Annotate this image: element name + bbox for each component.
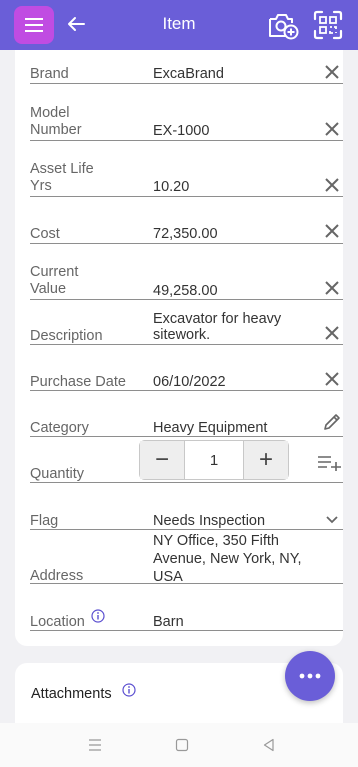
cost-value[interactable]: 72,350.00 [153, 226, 218, 242]
more-actions-fab[interactable] [285, 651, 335, 701]
location-label: Location [30, 614, 85, 630]
address-value-line2: Avenue, New York, NY, [153, 551, 302, 567]
quantity-list-button[interactable] [315, 452, 343, 474]
cost-label: Cost [30, 226, 60, 242]
close-icon [325, 224, 339, 238]
clear-brand-button[interactable] [321, 61, 343, 83]
model-number-label-line1: Model [30, 105, 70, 121]
model-number-value[interactable]: EX-1000 [153, 123, 209, 139]
attachments-label: Attachments [31, 686, 112, 702]
address-value[interactable]: NY Office, 350 Fifth Avenue, New York, N… [153, 532, 302, 586]
item-details-card: Brand ExcaBrand Model Number EX-1000 Ass… [15, 50, 343, 646]
address-underline [30, 583, 343, 584]
qr-scan-icon [313, 10, 343, 40]
address-value-line1: NY Office, 350 Fifth [153, 533, 279, 549]
scan-button[interactable] [311, 8, 345, 42]
system-back-button[interactable] [259, 735, 279, 755]
description-value-line1: Excavator for heavy [153, 311, 282, 327]
close-icon [325, 281, 339, 295]
model-number-label: Model Number [30, 105, 82, 139]
close-icon [325, 372, 339, 386]
back-triangle-icon [263, 738, 274, 752]
current-value-label-line2: Value [30, 281, 67, 297]
flag-value[interactable]: Needs Inspection [153, 513, 265, 529]
clear-asset-life-button[interactable] [321, 174, 343, 196]
purchase-date-label: Purchase Date [30, 374, 126, 390]
pencil-icon [324, 414, 340, 430]
clear-description-button[interactable] [321, 322, 343, 344]
brand-value[interactable]: ExcaBrand [153, 66, 224, 82]
category-label: Category [30, 420, 89, 436]
location-value[interactable]: Barn [153, 614, 184, 630]
recents-button[interactable] [85, 735, 105, 755]
location-info-button[interactable] [91, 609, 105, 623]
current-value-underline [30, 299, 343, 300]
quantity-stepper: − 1 + [139, 440, 289, 480]
brand-label: Brand [30, 66, 69, 82]
close-icon [325, 326, 339, 340]
page-title: Item [162, 14, 196, 33]
chevron-down-icon [326, 516, 338, 524]
asset-life-label: Asset Life Yrs [30, 161, 94, 195]
asset-life-value[interactable]: 10.20 [153, 179, 189, 195]
clear-cost-button[interactable] [321, 220, 343, 242]
flag-dropdown-button[interactable] [321, 509, 343, 531]
quantity-underline [30, 482, 343, 483]
decrement-button[interactable]: − [140, 441, 184, 479]
asset-life-label-line2: Yrs [30, 178, 52, 194]
home-button[interactable] [172, 735, 192, 755]
home-icon [175, 738, 189, 752]
location-underline [30, 630, 343, 631]
clear-purchase-date-button[interactable] [321, 368, 343, 390]
asset-life-underline [30, 196, 343, 197]
playlist-add-icon [318, 456, 341, 471]
close-icon [325, 178, 339, 192]
clear-current-value-button[interactable] [321, 277, 343, 299]
current-value-label-line1: Current [30, 264, 79, 280]
asset-life-label-line1: Asset Life [30, 161, 94, 177]
app-header: Item [0, 0, 358, 50]
edit-category-button[interactable] [321, 411, 343, 433]
current-value-label: Current Value [30, 264, 78, 298]
cost-underline [30, 243, 343, 244]
description-value-line2: sitework. [153, 327, 211, 343]
increment-button[interactable]: + [244, 441, 288, 479]
camera-add-icon [269, 14, 299, 40]
more-dots-icon [299, 673, 321, 679]
info-icon [91, 609, 105, 623]
description-underline [30, 344, 343, 345]
quantity-input[interactable]: 1 [184, 441, 244, 479]
close-icon [325, 122, 339, 136]
model-number-label-line2: Number [30, 122, 82, 138]
purchase-date-underline [30, 390, 343, 391]
add-photo-button[interactable] [266, 8, 300, 42]
purchase-date-value[interactable]: 06/10/2022 [153, 374, 226, 390]
attachments-info-button[interactable] [122, 683, 136, 697]
clear-model-number-button[interactable] [321, 118, 343, 140]
info-icon [122, 683, 136, 697]
close-icon [325, 65, 339, 79]
current-value-value[interactable]: 49,258.00 [153, 283, 218, 299]
recents-icon [89, 739, 101, 751]
description-label: Description [30, 328, 103, 344]
flag-label: Flag [30, 513, 59, 529]
category-value[interactable]: Heavy Equipment [153, 420, 267, 436]
brand-underline [30, 83, 343, 84]
flag-underline [30, 529, 343, 530]
system-navigation-bar [0, 723, 358, 767]
category-underline [30, 436, 343, 437]
quantity-label: Quantity [30, 466, 84, 482]
description-value[interactable]: Excavator for heavy sitework. [153, 311, 281, 343]
model-number-underline [30, 140, 343, 141]
